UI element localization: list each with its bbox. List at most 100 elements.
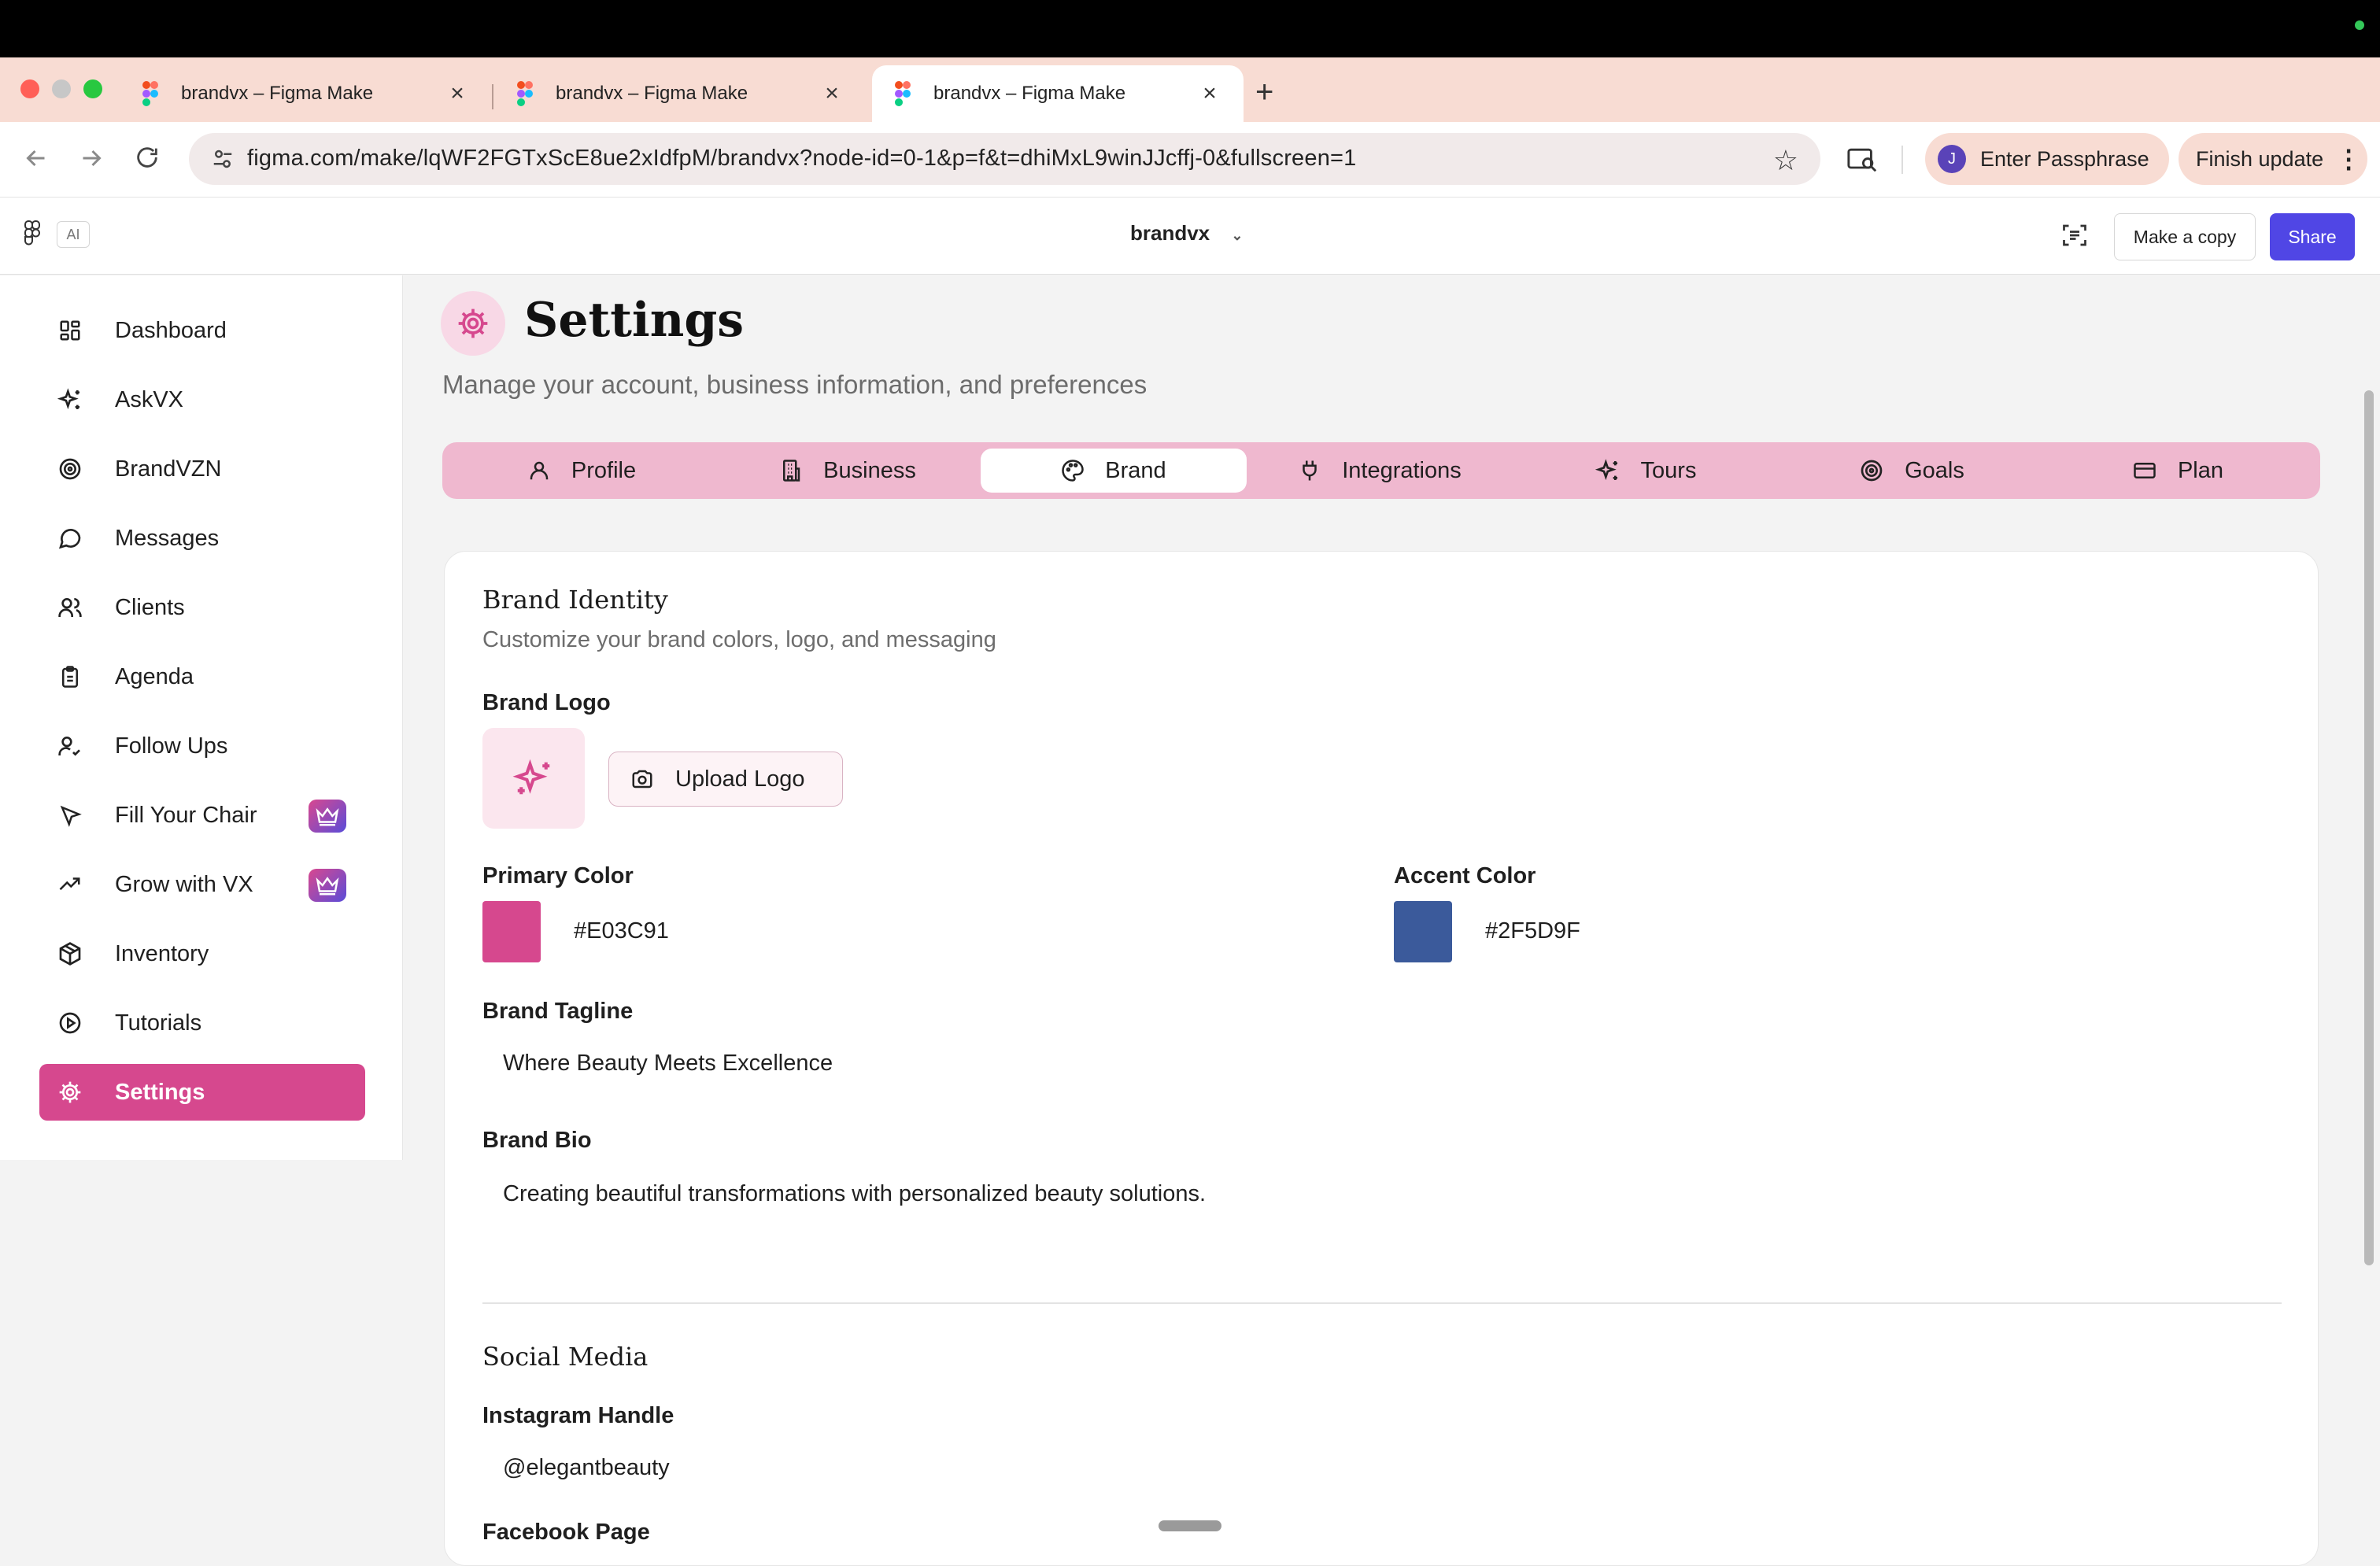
upload-logo-label: Upload Logo xyxy=(675,766,805,792)
tab-label: Integrations xyxy=(1342,457,1462,483)
site-settings-icon[interactable] xyxy=(211,147,235,171)
sidebar-item-messages[interactable]: Messages xyxy=(39,510,365,567)
page-subtitle: Manage your account, business informatio… xyxy=(442,370,1148,399)
sidebar-item-dashboard[interactable]: Dashboard xyxy=(39,302,365,359)
sidebar-item-fill-your-chair[interactable]: Fill Your Chair xyxy=(39,787,365,844)
close-tab-icon[interactable]: × xyxy=(820,80,844,107)
accent-color-value[interactable]: #2F5D9F xyxy=(1485,918,1580,944)
profile-avatar: J xyxy=(1938,145,1966,173)
address-bar[interactable]: figma.com/make/lqWF2FGTxScE8ue2xIdfpM/br… xyxy=(189,133,1820,185)
tab-title: brandvx – Figma Make xyxy=(933,83,1126,104)
tab-title: brandvx – Figma Make xyxy=(181,83,374,104)
sidebar-item-inventory[interactable]: Inventory xyxy=(39,925,365,982)
browser-tab-2[interactable]: brandvx – Figma Make × xyxy=(494,65,866,122)
close-window-button[interactable] xyxy=(20,79,39,98)
figma-logo-icon xyxy=(142,81,158,106)
ai-badge[interactable]: AI xyxy=(57,221,90,248)
primary-color-swatch[interactable] xyxy=(482,901,541,962)
brand-tagline-input[interactable]: Where Beauty Meets Excellence xyxy=(503,1051,833,1077)
sparkles-icon xyxy=(512,757,555,800)
sidebar-item-clients[interactable]: Clients xyxy=(39,579,365,636)
social-media-title: Social Media xyxy=(482,1342,649,1372)
minimize-window-button[interactable] xyxy=(52,79,71,98)
passphrase-button[interactable]: J Enter Passphrase xyxy=(1925,133,2169,185)
tab-search-icon[interactable] xyxy=(1846,146,1878,174)
bookmark-star-icon[interactable]: ☆ xyxy=(1773,144,1798,177)
figma-menu-icon[interactable] xyxy=(24,220,41,248)
page-title: Settings xyxy=(524,293,745,348)
browser-tab-1[interactable]: brandvx – Figma Make × xyxy=(120,65,491,122)
sidebar-item-label: Follow Ups xyxy=(115,733,228,759)
section-title: Brand Identity xyxy=(482,585,668,615)
maximize-window-button[interactable] xyxy=(83,79,102,98)
tab-profile[interactable]: Profile xyxy=(449,449,715,493)
close-tab-icon[interactable]: × xyxy=(445,80,469,107)
browser-toolbar: figma.com/make/lqWF2FGTxScE8ue2xIdfpM/br… xyxy=(0,122,2380,198)
tab-brand[interactable]: Brand xyxy=(981,449,1247,493)
sidebar-item-label: BrandVZN xyxy=(115,456,222,482)
tab-label: Profile xyxy=(571,457,637,483)
accent-color-swatch[interactable] xyxy=(1394,901,1452,962)
more-menu-icon[interactable]: ⋮ xyxy=(2336,144,2361,174)
instagram-input[interactable]: @elegantbeauty xyxy=(503,1455,670,1481)
tab-separator xyxy=(492,84,493,109)
vertical-scrollbar-thumb[interactable] xyxy=(2364,390,2374,1265)
sidebar-item-agenda[interactable]: Agenda xyxy=(39,648,365,705)
share-button[interactable]: Share xyxy=(2270,213,2355,260)
tab-label: Brand xyxy=(1105,457,1166,483)
brand-tagline-label: Brand Tagline xyxy=(482,999,634,1024)
make-copy-button[interactable]: Make a copy xyxy=(2114,213,2256,260)
user-check-icon xyxy=(57,733,83,759)
figma-logo-icon xyxy=(517,81,533,106)
passphrase-label: Enter Passphrase xyxy=(1980,146,2149,171)
new-tab-icon[interactable]: + xyxy=(1255,75,1273,110)
sidebar-item-follow-ups[interactable]: Follow Ups xyxy=(39,718,365,774)
instagram-label: Instagram Handle xyxy=(482,1403,674,1428)
camera-icon xyxy=(630,767,655,791)
finish-update-button[interactable]: Finish update ⋮ xyxy=(2179,133,2367,185)
tab-business[interactable]: Business xyxy=(715,449,981,493)
primary-color-label: Primary Color xyxy=(482,863,634,888)
close-tab-icon[interactable]: × xyxy=(1198,80,1221,107)
tab-goals[interactable]: Goals xyxy=(1779,449,2045,493)
upload-logo-button[interactable]: Upload Logo xyxy=(608,752,843,807)
status-dot xyxy=(2355,20,2364,30)
sidebar-item-label: Fill Your Chair xyxy=(115,802,257,828)
settings-header-icon xyxy=(441,291,505,356)
sidebar-item-label: Clients xyxy=(115,594,185,620)
gear-icon xyxy=(57,1079,83,1106)
primary-color-value[interactable]: #E03C91 xyxy=(574,918,669,944)
sidebar-item-label: Messages xyxy=(115,525,220,551)
brand-bio-textarea[interactable]: Creating beautiful transformations with … xyxy=(503,1181,1206,1207)
cursor-icon xyxy=(57,802,83,829)
file-name-label: brandvx xyxy=(1130,221,1210,245)
tab-label: Tours xyxy=(1640,457,1697,483)
reload-icon[interactable] xyxy=(134,144,161,171)
file-name[interactable]: brandvx ⌄ xyxy=(1130,221,1243,246)
browser-tab-3[interactable]: brandvx – Figma Make × xyxy=(872,65,1244,122)
sidebar-item-brandvzn[interactable]: BrandVZN xyxy=(39,441,365,497)
tab-plan[interactable]: Plan xyxy=(2045,449,2311,493)
crown-icon xyxy=(309,800,346,833)
sidebar-item-askvx[interactable]: AskVX xyxy=(39,371,365,428)
scan-icon[interactable] xyxy=(2060,221,2089,249)
facebook-label: Facebook Page xyxy=(482,1520,650,1545)
tab-integrations[interactable]: Integrations xyxy=(1247,449,1513,493)
sidebar-item-tutorials[interactable]: Tutorials xyxy=(39,995,365,1051)
sidebar-item-settings[interactable]: Settings xyxy=(39,1064,365,1121)
crown-icon xyxy=(309,869,346,902)
tab-tours[interactable]: Tours xyxy=(1513,449,1779,493)
section-divider xyxy=(482,1302,2282,1304)
user-icon xyxy=(527,459,551,482)
settings-tab-bar: Profile Business Brand Integrations Tour… xyxy=(442,442,2320,499)
plug-icon xyxy=(1298,459,1321,482)
back-icon[interactable] xyxy=(22,144,50,172)
chevron-down-icon: ⌄ xyxy=(1231,227,1244,243)
brand-logo-preview xyxy=(482,728,585,829)
clipboard-icon xyxy=(57,663,83,690)
sidebar-item-grow-with-vx[interactable]: Grow with VX xyxy=(39,856,365,913)
horizontal-scroll-handle[interactable] xyxy=(1159,1520,1221,1531)
package-icon xyxy=(57,940,83,967)
brand-logo-label: Brand Logo xyxy=(482,690,611,715)
forward-icon[interactable] xyxy=(77,144,105,172)
